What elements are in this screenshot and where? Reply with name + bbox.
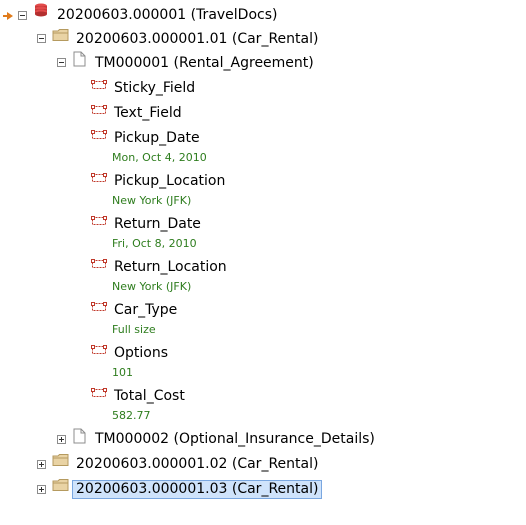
tree-node-folder2[interactable]: 20200603.000001.02 (Car_Rental)	[73, 454, 321, 474]
field-icon	[91, 388, 107, 397]
tree-node-label: 20200603.000001.02 (Car_Rental)	[76, 456, 319, 472]
current-node-arrow-icon	[7, 12, 13, 20]
tree-node-folder1[interactable]: 20200603.000001.01 (Car_Rental)	[73, 29, 321, 49]
tree-node-field[interactable]: Sticky_Field	[111, 78, 198, 98]
field-name: Car_Type	[114, 302, 178, 318]
tree-node-label: 20200603.000001.03 (Car_Rental)	[72, 479, 323, 499]
tree-node-root[interactable]: 20200603.000001 (TravelDocs)	[54, 5, 280, 25]
folder-icon	[52, 479, 69, 491]
field-name: Pickup_Date	[114, 130, 200, 146]
field-icon	[91, 80, 107, 89]
stack-db-icon	[35, 3, 47, 17]
expand-toggle-folder2[interactable]	[37, 460, 46, 469]
expand-toggle-doc2[interactable]	[57, 435, 66, 444]
collapse-toggle-folder1[interactable]	[37, 34, 46, 43]
field-value: 101	[112, 366, 133, 379]
tree-node-field[interactable]: Pickup_Location	[111, 171, 228, 191]
tree-node-doc2[interactable]: TM000002 (Optional_Insurance_Details)	[92, 429, 378, 449]
tree-node-field[interactable]: Return_Date	[111, 214, 204, 234]
field-value: New York (JFK)	[112, 280, 192, 293]
tree-node-field[interactable]: Pickup_Date	[111, 128, 203, 148]
tree-node-folder3[interactable]: 20200603.000001.03 (Car_Rental)	[72, 479, 323, 499]
tree-node-doc1[interactable]: TM000001 (Rental_Agreement)	[92, 53, 317, 73]
field-name: Sticky_Field	[114, 80, 196, 96]
document-icon	[73, 428, 86, 444]
field-value: 582.77	[112, 409, 151, 422]
folder-icon	[52, 454, 69, 466]
field-name: Return_Location	[114, 259, 227, 275]
field-name: Return_Date	[114, 216, 201, 232]
field-name: Text_Field	[114, 105, 182, 121]
field-value: Mon, Oct 4, 2010	[112, 151, 207, 164]
tree-node-label: 20200603.000001 (TravelDocs)	[57, 7, 278, 23]
field-icon	[91, 105, 107, 114]
field-icon	[91, 302, 107, 311]
tree-node-field[interactable]: Total_Cost	[111, 386, 188, 406]
expand-toggle-folder3[interactable]	[37, 485, 46, 494]
field-icon	[91, 259, 107, 268]
field-name: Total_Cost	[114, 388, 185, 404]
field-value: New York (JFK)	[112, 194, 192, 207]
collapse-toggle-doc1[interactable]	[57, 58, 66, 67]
tree-node-label: TM000001 (Rental_Agreement)	[95, 55, 314, 71]
field-name: Options	[114, 345, 169, 361]
tree-node-field[interactable]: Car_Type	[111, 300, 180, 320]
field-name: Pickup_Location	[114, 173, 226, 189]
field-icon	[91, 173, 107, 182]
tree-node-field[interactable]: Text_Field	[111, 103, 185, 123]
collapse-toggle-root[interactable]	[18, 11, 27, 20]
field-icon	[91, 130, 107, 139]
tree-node-label: 20200603.000001.01 (Car_Rental)	[76, 31, 319, 47]
field-icon	[91, 216, 107, 225]
tree-node-label: TM000002 (Optional_Insurance_Details)	[95, 431, 375, 447]
tree-node-field[interactable]: Return_Location	[111, 257, 230, 277]
document-icon	[73, 51, 86, 67]
field-value: Fri, Oct 8, 2010	[112, 237, 197, 250]
field-value: Full size	[112, 323, 156, 336]
field-icon	[91, 345, 107, 354]
tree-node-field[interactable]: Options	[111, 343, 171, 363]
folder-icon	[52, 29, 69, 41]
